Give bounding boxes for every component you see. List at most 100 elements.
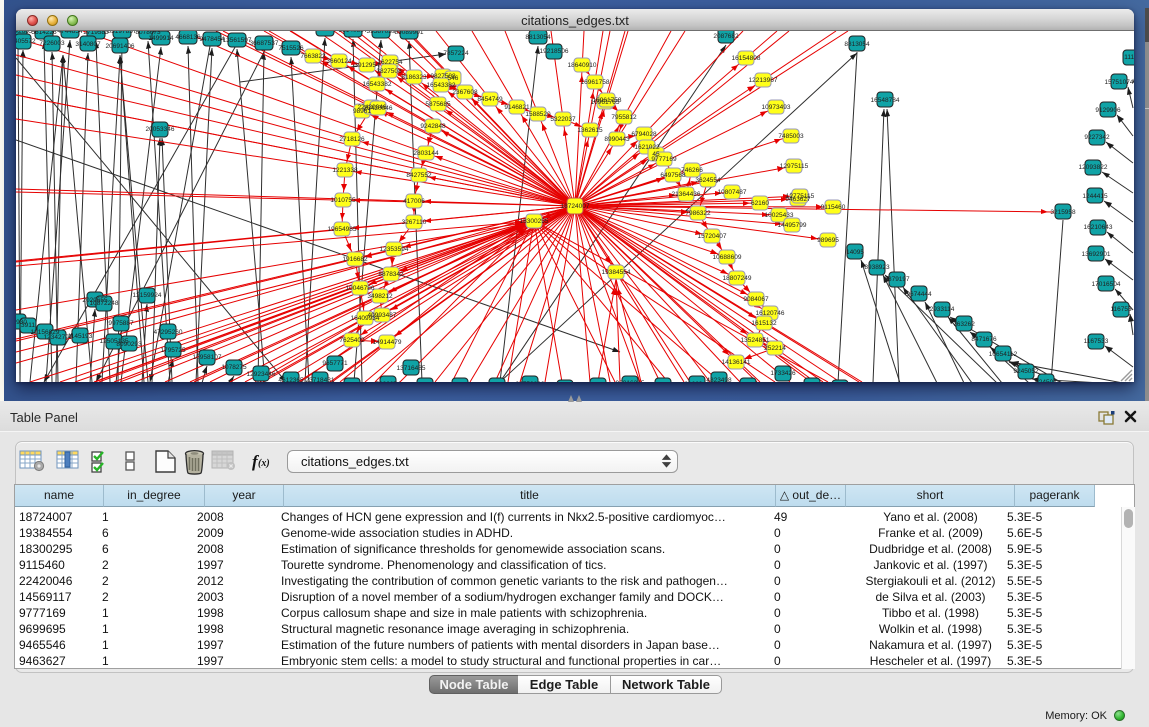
svg-text:763262: 763262 bbox=[953, 321, 975, 328]
svg-text:16120746: 16120746 bbox=[756, 310, 785, 317]
svg-text:10807487: 10807487 bbox=[718, 189, 747, 196]
svg-text:97226012: 97226012 bbox=[311, 31, 340, 33]
svg-text:23718431: 23718431 bbox=[306, 377, 335, 382]
svg-text:16543382: 16543382 bbox=[427, 82, 456, 89]
svg-text:16961758: 16961758 bbox=[593, 97, 622, 104]
svg-text:13561597: 13561597 bbox=[223, 37, 252, 44]
svg-text:1588520: 1588520 bbox=[525, 111, 551, 118]
svg-text:16543382: 16543382 bbox=[363, 81, 392, 88]
svg-text:8427552: 8427552 bbox=[406, 172, 432, 179]
svg-text:8938923: 8938923 bbox=[864, 264, 890, 271]
svg-text:4823498: 4823498 bbox=[706, 377, 732, 382]
svg-text:9227342: 9227342 bbox=[1084, 134, 1110, 141]
svg-text:47295260: 47295260 bbox=[154, 329, 183, 336]
svg-text:2933114: 2933114 bbox=[930, 306, 955, 313]
svg-text:15751074: 15751074 bbox=[1105, 79, 1134, 86]
svg-text:4744854: 4744854 bbox=[57, 31, 83, 35]
svg-text:1405572: 1405572 bbox=[16, 38, 36, 45]
svg-text:19218506: 19218506 bbox=[540, 48, 569, 55]
svg-text:12213967: 12213967 bbox=[749, 77, 778, 84]
svg-text:9242848: 9242848 bbox=[420, 123, 446, 130]
svg-text:546: 546 bbox=[448, 75, 459, 82]
svg-text:1244415: 1244415 bbox=[1082, 193, 1108, 200]
svg-text:20053346: 20053346 bbox=[146, 126, 175, 133]
svg-text:4612365: 4612365 bbox=[278, 377, 304, 382]
svg-text:7955812: 7955812 bbox=[611, 114, 637, 121]
svg-text:6879197: 6879197 bbox=[884, 276, 910, 283]
svg-text:7226003: 7226003 bbox=[39, 40, 65, 47]
svg-text:10688609: 10688609 bbox=[713, 254, 742, 261]
svg-text:18724007: 18724007 bbox=[561, 203, 590, 210]
svg-text:18300295: 18300295 bbox=[520, 218, 549, 225]
svg-text:7515526: 7515526 bbox=[278, 45, 304, 52]
svg-text:4668136: 4668136 bbox=[175, 34, 201, 41]
svg-text:14095: 14095 bbox=[846, 249, 864, 256]
svg-text:3215958: 3215958 bbox=[1050, 209, 1076, 216]
svg-text:23420046: 23420046 bbox=[364, 105, 393, 112]
svg-text:89089901: 89089901 bbox=[395, 31, 424, 36]
svg-text:2803144: 2803144 bbox=[413, 150, 439, 157]
svg-text:7022674: 7022674 bbox=[375, 381, 401, 382]
svg-text:12093822: 12093822 bbox=[1079, 164, 1108, 171]
svg-text:20691406: 20691406 bbox=[106, 43, 135, 50]
svg-text:9084067: 9084067 bbox=[743, 296, 769, 303]
svg-text:16548784: 16548784 bbox=[871, 97, 900, 104]
svg-text:17016504: 17016504 bbox=[1092, 281, 1121, 288]
svg-text:24942603: 24942603 bbox=[16, 31, 33, 35]
svg-text:14136141: 14136141 bbox=[722, 359, 751, 366]
svg-text:12775115: 12775115 bbox=[786, 193, 815, 200]
svg-text:3624554: 3624554 bbox=[695, 177, 721, 184]
svg-text:36687537: 36687537 bbox=[250, 40, 279, 47]
svg-text:3660124: 3660124 bbox=[326, 58, 352, 65]
svg-text:924501: 924501 bbox=[1035, 379, 1057, 382]
svg-text:12923446: 12923446 bbox=[247, 371, 276, 378]
svg-text:8990443: 8990443 bbox=[604, 136, 630, 143]
svg-text:989695: 989695 bbox=[817, 237, 839, 244]
svg-text:14914479: 14914479 bbox=[373, 339, 402, 346]
svg-text:252214: 252214 bbox=[764, 345, 786, 352]
svg-text:9146821: 9146821 bbox=[504, 104, 530, 111]
svg-text:9129906: 9129906 bbox=[1095, 107, 1121, 114]
svg-text:1362615: 1362615 bbox=[577, 127, 603, 134]
svg-text:3827508: 3827508 bbox=[376, 68, 402, 75]
svg-text:15720407: 15720407 bbox=[698, 233, 727, 240]
svg-text:116753: 116753 bbox=[1110, 306, 1132, 313]
svg-text:39587039: 39587039 bbox=[367, 31, 396, 35]
svg-text:10654112: 10654112 bbox=[989, 351, 1018, 358]
svg-text:2367608: 2367608 bbox=[452, 89, 478, 96]
svg-text:19654985: 19654985 bbox=[328, 226, 357, 233]
svg-text:1078275: 1078275 bbox=[221, 364, 247, 371]
svg-text:26753883: 26753883 bbox=[516, 381, 545, 382]
svg-text:1499914: 1499914 bbox=[148, 35, 174, 42]
svg-text:9115460: 9115460 bbox=[821, 204, 846, 211]
svg-text:9478454: 9478454 bbox=[199, 36, 225, 43]
svg-text:3498212: 3498212 bbox=[367, 293, 393, 300]
svg-text:14495799: 14495799 bbox=[778, 222, 807, 229]
svg-text:3267110: 3267110 bbox=[402, 219, 427, 226]
svg-text:5614226: 5614226 bbox=[31, 31, 57, 36]
svg-text:12975115: 12975115 bbox=[780, 163, 809, 170]
svg-text:8186323: 8186323 bbox=[401, 74, 427, 81]
svg-text:1117: 1117 bbox=[1124, 54, 1134, 61]
svg-text:1622754: 1622754 bbox=[377, 59, 403, 66]
svg-text:7485003: 7485003 bbox=[778, 133, 804, 140]
svg-text:7625402: 7625402 bbox=[339, 337, 365, 344]
svg-text:1145193: 1145193 bbox=[68, 333, 93, 340]
svg-text:13524851: 13524851 bbox=[741, 337, 770, 344]
svg-text:7857224: 7857224 bbox=[443, 50, 469, 57]
svg-text:62160: 62160 bbox=[751, 200, 769, 207]
svg-text:83197857: 83197857 bbox=[108, 31, 137, 35]
svg-text:16154808: 16154808 bbox=[732, 55, 761, 62]
svg-text:1615132: 1615132 bbox=[751, 320, 777, 327]
svg-text:21364436: 21364436 bbox=[672, 191, 701, 198]
svg-text:8471676: 8471676 bbox=[971, 336, 997, 343]
svg-text:7986322: 7986322 bbox=[685, 210, 711, 217]
svg-text:1733426: 1733426 bbox=[770, 370, 796, 377]
svg-text:1795725: 1795725 bbox=[160, 347, 186, 354]
svg-text:9777169: 9777169 bbox=[651, 156, 677, 163]
svg-text:(x): (x) bbox=[258, 458, 270, 469]
svg-text:12159924: 12159924 bbox=[133, 292, 162, 299]
svg-text:1167533: 1167533 bbox=[1084, 338, 1109, 345]
svg-text:7663822: 7663822 bbox=[300, 53, 326, 60]
svg-text:12353594: 12353594 bbox=[380, 246, 409, 253]
